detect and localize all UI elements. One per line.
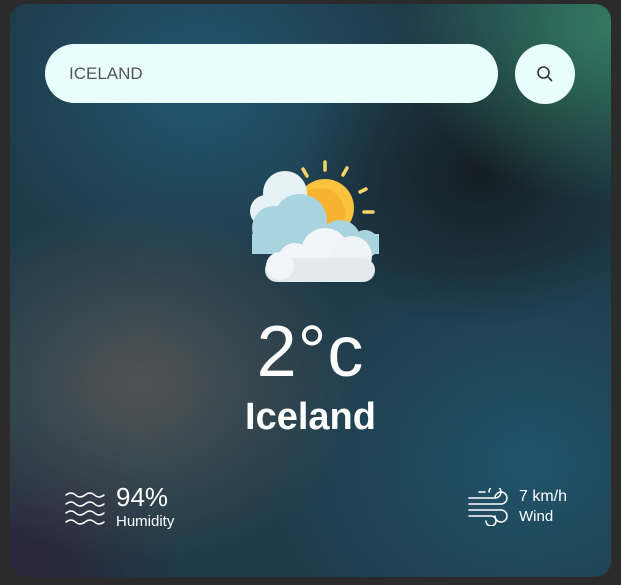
city-search-input[interactable] (45, 44, 498, 103)
humidity-waves-icon (65, 492, 105, 525)
search-button[interactable] (515, 44, 575, 104)
wind-detail: 7 km/h Wind (467, 487, 567, 527)
wind-icon (468, 488, 508, 526)
search-icon (537, 66, 553, 82)
humidity-detail: 94% Humidity (64, 482, 174, 532)
city-name: Iceland (245, 396, 376, 438)
humidity-value: 94% (116, 482, 169, 512)
wind-value: 7 km/h (519, 488, 568, 505)
wind-label: Wind (519, 508, 554, 525)
sun-behind-clouds-icon (250, 160, 379, 282)
humidity-label: Humidity (116, 513, 175, 530)
weather-card: 2°c Iceland 94% Humidity (10, 4, 611, 577)
temperature: 2°c (256, 312, 365, 392)
